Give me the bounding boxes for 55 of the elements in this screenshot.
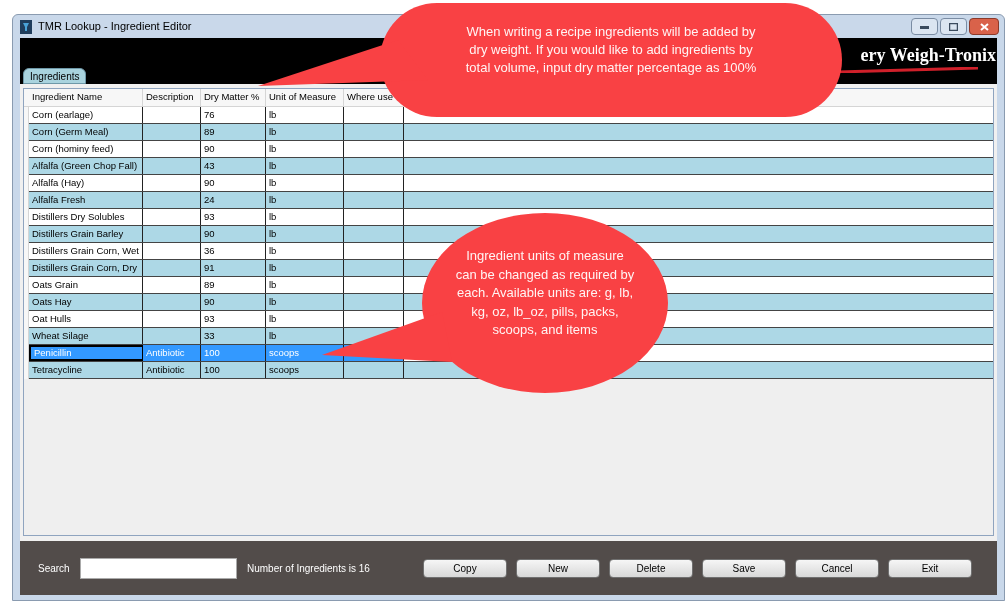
- table-cell-text: Wheat Silage: [32, 328, 89, 343]
- table-cell-text: Distillers Grain Corn, Dry: [32, 260, 138, 275]
- table-cell-text: 76: [204, 107, 215, 122]
- table-cell-text: scoops: [269, 345, 300, 360]
- table-cell-text: Corn (earlage): [32, 107, 94, 122]
- table-cell-text: lb: [269, 260, 277, 275]
- table-cell-text: Tetracycline: [32, 362, 83, 377]
- table-cell-text: lb: [269, 311, 277, 326]
- logo-text: ery Weigh-Tronix: [860, 44, 996, 67]
- table-cell-text: 90: [204, 226, 215, 241]
- window-title: TMR Lookup - Ingredient Editor: [38, 19, 192, 35]
- table-cell-text: Penicillin: [34, 345, 72, 360]
- table-cell-text: Oats Hay: [32, 294, 72, 309]
- table-cell-text: Alfalfa Fresh: [32, 192, 86, 207]
- table-cell-text: 100: [204, 362, 220, 377]
- table-cell-text: lb: [269, 141, 277, 156]
- table-cell-text: 100: [204, 345, 220, 360]
- table-cell-text: lb: [269, 209, 277, 224]
- table-cell-text: lb: [269, 243, 277, 258]
- table-cell-text: Distillers Grain Corn, Wet: [32, 243, 139, 258]
- search-label: Search: [38, 561, 71, 576]
- table-cell-text: lb: [269, 158, 277, 173]
- table-cell-text: lb: [269, 175, 277, 190]
- table-cell-text: 90: [204, 175, 215, 190]
- table-cell-text: 93: [204, 311, 215, 326]
- table-cell-text: lb: [269, 226, 277, 241]
- table-cell-text: 43: [204, 158, 215, 173]
- table-cell-text: Antibiotic: [146, 345, 185, 360]
- table-cell-text: 93: [204, 209, 215, 224]
- table-cell-text: Distillers Grain Barley: [32, 226, 124, 241]
- table-cell-text: Alfalfa (Green Chop Fall): [32, 158, 138, 173]
- table-cell-text: lb: [269, 192, 277, 207]
- table-cell-text: Oats Grain: [32, 277, 78, 292]
- table-cell-text: Oat Hulls: [32, 311, 72, 326]
- callout-tooltip: Ingredient units of measure can be changed as required by each. Available units are: g, lb, kg, oz, lb_oz, pills, packs, scoops, and items: [322, 212, 668, 394]
- ingredient-count: Number of Ingredients is 16: [247, 561, 371, 576]
- table-cell-text: Alfalfa (Hay): [32, 175, 85, 190]
- table-cell-text: 90: [204, 294, 215, 309]
- table-cell-text: scoops: [269, 362, 300, 377]
- table-cell-text: Antibiotic: [146, 362, 185, 377]
- table-cell-text: 91: [204, 260, 215, 275]
- table-cell-text: Distillers Dry Solubles: [32, 209, 125, 224]
- table-cell-text: lb: [269, 328, 277, 343]
- table-cell-text: 89: [204, 277, 215, 292]
- table-cell-text: 90: [204, 141, 215, 156]
- table-cell-text: 33: [204, 328, 215, 343]
- table-cell-text: lb: [269, 294, 277, 309]
- table-cell-text: 36: [204, 243, 215, 258]
- table-cell-text: 89: [204, 124, 215, 139]
- table-cell-text: Corn (hominy feed): [32, 141, 114, 156]
- table-cell-text: lb: [269, 277, 277, 292]
- table-cell-text: lb: [269, 107, 277, 122]
- table-cell-text: lb: [269, 124, 277, 139]
- table-cell-text: 24: [204, 192, 215, 207]
- table-cell-text: Corn (Germ Meal): [32, 124, 109, 139]
